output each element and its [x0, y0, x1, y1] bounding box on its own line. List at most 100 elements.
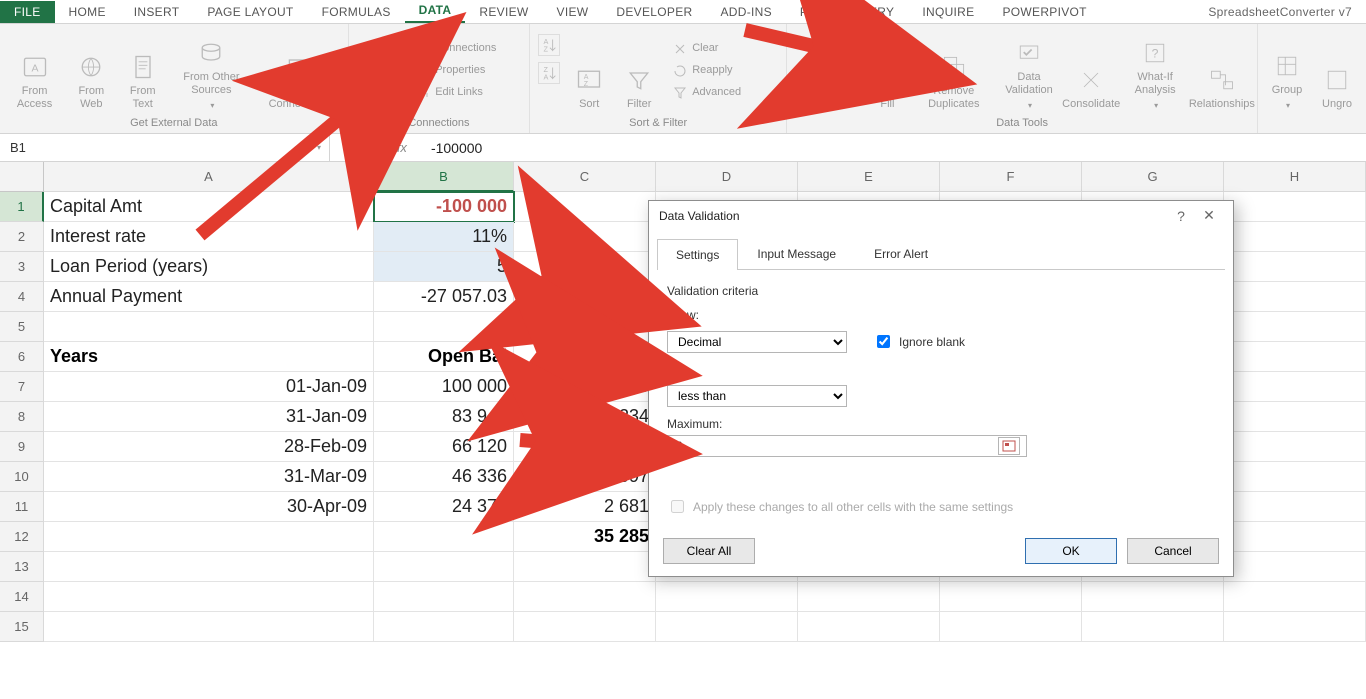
- cell-H7[interactable]: [1224, 372, 1366, 402]
- cell-A12[interactable]: [44, 522, 374, 552]
- row-header-5[interactable]: 5: [0, 312, 44, 342]
- row-header-1[interactable]: 1: [0, 192, 44, 222]
- cell-A13[interactable]: [44, 552, 374, 582]
- cell-B11[interactable]: 24 376: [374, 492, 514, 522]
- col-header-D[interactable]: D: [656, 162, 798, 192]
- range-picker-icon[interactable]: [998, 437, 1020, 455]
- tab-formulas[interactable]: FORMULAS: [308, 1, 405, 23]
- cell-F14[interactable]: [940, 582, 1082, 612]
- from-access-button[interactable]: A From Access: [8, 28, 61, 113]
- row-header-9[interactable]: 9: [0, 432, 44, 462]
- sort-button[interactable]: AZ Sort: [568, 28, 610, 113]
- cell-A10[interactable]: 31-Mar-09: [44, 462, 374, 492]
- col-header-E[interactable]: E: [798, 162, 940, 192]
- cell-C7[interactable]: 11 000: [514, 372, 656, 402]
- row-header-13[interactable]: 13: [0, 552, 44, 582]
- filter-button[interactable]: Filter: [618, 28, 660, 113]
- cell-G14[interactable]: [1082, 582, 1224, 612]
- cell-C13[interactable]: [514, 552, 656, 582]
- cell-C10[interactable]: 5 097: [514, 462, 656, 492]
- clear-all-button[interactable]: Clear All: [663, 538, 755, 564]
- tab-error-alert[interactable]: Error Alert: [855, 238, 947, 269]
- cell-E14[interactable]: [798, 582, 940, 612]
- what-if-button[interactable]: ?What-If Analysis▾: [1124, 28, 1187, 113]
- cell-H2[interactable]: [1224, 222, 1366, 252]
- cell-G15[interactable]: [1082, 612, 1224, 642]
- cell-A3[interactable]: Loan Period (years): [44, 252, 374, 282]
- cell-B7[interactable]: 100 000: [374, 372, 514, 402]
- cell-B10[interactable]: 46 336: [374, 462, 514, 492]
- existing-connections-button[interactable]: Existing Connections: [259, 28, 340, 113]
- ok-button[interactable]: OK: [1025, 538, 1117, 564]
- cell-A6[interactable]: Years: [44, 342, 374, 372]
- cell-H4[interactable]: [1224, 282, 1366, 312]
- cell-A5[interactable]: [44, 312, 374, 342]
- col-header-A[interactable]: A: [44, 162, 374, 192]
- row-header-14[interactable]: 14: [0, 582, 44, 612]
- cell-H13[interactable]: [1224, 552, 1366, 582]
- tab-input-message[interactable]: Input Message: [738, 238, 855, 269]
- cell-B15[interactable]: [374, 612, 514, 642]
- cell-B2[interactable]: 11%: [374, 222, 514, 252]
- row-header-7[interactable]: 7: [0, 372, 44, 402]
- cancel-button[interactable]: Cancel: [1127, 538, 1219, 564]
- tab-powerpivot[interactable]: POWERPIVOT: [988, 1, 1100, 23]
- cell-B8[interactable]: 83 943: [374, 402, 514, 432]
- tab-ssc[interactable]: SpreadsheetConverter v7: [1194, 1, 1366, 23]
- cell-A2[interactable]: Interest rate: [44, 222, 374, 252]
- col-header-G[interactable]: G: [1082, 162, 1224, 192]
- row-header-3[interactable]: 3: [0, 252, 44, 282]
- cell-B5[interactable]: [374, 312, 514, 342]
- remove-duplicates-button[interactable]: Remove Duplicates: [916, 28, 991, 113]
- cell-H8[interactable]: [1224, 402, 1366, 432]
- cell-C3[interactable]: [514, 252, 656, 282]
- ignore-blank-checkbox[interactable]: Ignore blank: [873, 332, 965, 351]
- row-header-4[interactable]: 4: [0, 282, 44, 312]
- cell-F15[interactable]: [940, 612, 1082, 642]
- cell-H10[interactable]: [1224, 462, 1366, 492]
- cell-C9[interactable]: 7 273: [514, 432, 656, 462]
- cell-A9[interactable]: 28-Feb-09: [44, 432, 374, 462]
- col-header-F[interactable]: F: [940, 162, 1082, 192]
- cell-H1[interactable]: [1224, 192, 1366, 222]
- cell-C15[interactable]: [514, 612, 656, 642]
- cell-A1[interactable]: Capital Amt: [44, 192, 374, 222]
- cell-B9[interactable]: 66 120: [374, 432, 514, 462]
- cell-A11[interactable]: 30-Apr-09: [44, 492, 374, 522]
- allow-select[interactable]: Decimal: [667, 331, 847, 353]
- data-validation-button[interactable]: Data Validation▾: [999, 28, 1059, 113]
- cell-A4[interactable]: Annual Payment: [44, 282, 374, 312]
- tab-home[interactable]: HOME: [55, 1, 120, 23]
- row-header-6[interactable]: 6: [0, 342, 44, 372]
- row-header-12[interactable]: 12: [0, 522, 44, 552]
- cell-B14[interactable]: [374, 582, 514, 612]
- text-to-columns-button[interactable]: Text to Columns: [795, 28, 858, 113]
- data-select[interactable]: less than: [667, 385, 847, 407]
- cell-C5[interactable]: [514, 312, 656, 342]
- col-header-C[interactable]: C: [514, 162, 656, 192]
- flash-fill-button[interactable]: Flash Fill: [866, 28, 908, 113]
- name-box[interactable]: ▾: [0, 134, 330, 161]
- refresh-all-button[interactable]: Refresh All▾: [357, 28, 404, 113]
- tab-developer[interactable]: DEVELOPER: [602, 1, 706, 23]
- tab-review[interactable]: REVIEW: [465, 1, 542, 23]
- advanced-button[interactable]: Advanced: [668, 83, 778, 103]
- row-header-15[interactable]: 15: [0, 612, 44, 642]
- row-header-2[interactable]: 2: [0, 222, 44, 252]
- tab-view[interactable]: VIEW: [543, 1, 603, 23]
- cell-A14[interactable]: [44, 582, 374, 612]
- cell-C6[interactable]: Int charge: [514, 342, 656, 372]
- cell-H14[interactable]: [1224, 582, 1366, 612]
- relationships-button[interactable]: Relationships: [1195, 28, 1249, 113]
- cell-H3[interactable]: [1224, 252, 1366, 282]
- group-button[interactable]: Group▾: [1266, 28, 1308, 113]
- col-header-B[interactable]: B: [374, 162, 514, 192]
- properties-button[interactable]: Properties: [411, 61, 521, 81]
- cell-C14[interactable]: [514, 582, 656, 612]
- cell-B1[interactable]: -100 000: [374, 192, 514, 222]
- from-text-button[interactable]: From Text: [121, 28, 164, 113]
- cell-C11[interactable]: 2 681: [514, 492, 656, 522]
- cell-E15[interactable]: [798, 612, 940, 642]
- cell-B3[interactable]: 5: [374, 252, 514, 282]
- connections-button[interactable]: Connections: [411, 39, 521, 59]
